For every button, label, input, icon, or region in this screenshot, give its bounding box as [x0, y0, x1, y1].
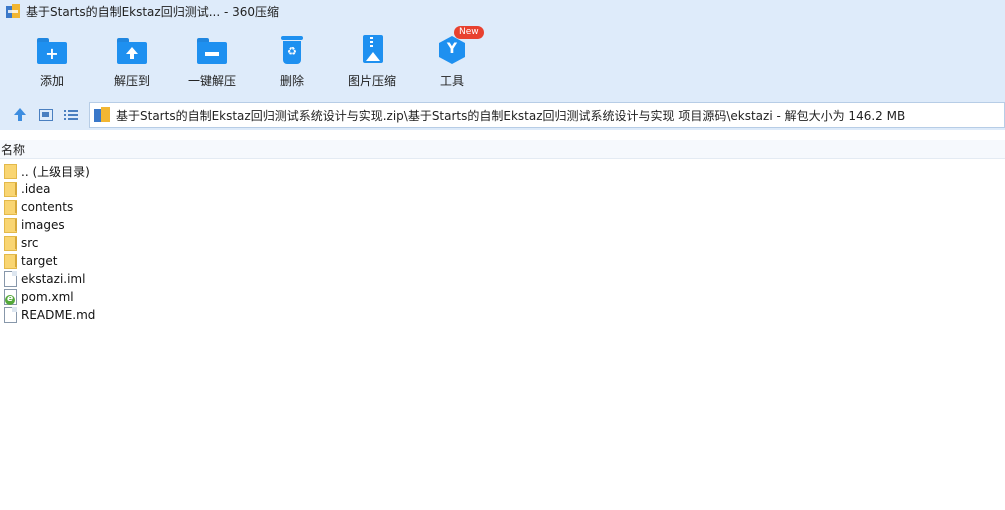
column-header-name[interactable]: 名称 [1, 141, 25, 158]
item-name: contents [21, 200, 74, 214]
window-title: 基于Starts的自制Ekstaz回归测试... - 360压缩 [26, 4, 280, 19]
item-name: pom.xml [21, 290, 74, 304]
list-item[interactable]: .. (上级目录) [4, 162, 90, 180]
folder-icon [4, 217, 18, 233]
list-view-icon[interactable] [64, 108, 80, 122]
tools-label: 工具 [439, 74, 464, 88]
list-item[interactable]: target [4, 252, 58, 270]
item-name: src [21, 236, 39, 250]
one-click-extract-button[interactable]: 一键解压 [172, 34, 252, 94]
folder-icon [4, 181, 18, 197]
tools-button[interactable]: Y 工具 [412, 34, 492, 94]
list-item[interactable]: src [4, 234, 39, 252]
address-path: 基于Starts的自制Ekstaz回归测试系统设计与实现.zip\基于Start… [116, 108, 906, 123]
add-button-label: 添加 [39, 74, 64, 88]
one-click-extract-label: 一键解压 [187, 74, 236, 88]
list-header: 名称 [0, 140, 1005, 159]
thumbnail-view-icon[interactable] [38, 108, 54, 122]
item-name: README.md [21, 308, 96, 322]
title-bar: 基于Starts的自制Ekstaz回归测试... - 360压缩 [0, 0, 1005, 22]
folder-icon [4, 235, 18, 251]
extract-to-label: 解压到 [113, 74, 150, 88]
extract-to-button[interactable]: 解压到 [92, 34, 172, 94]
list-item[interactable]: ekstazi.iml [4, 270, 85, 288]
add-folder-icon: + [36, 34, 68, 66]
new-badge: New [454, 26, 484, 39]
up-arrow-icon[interactable] [12, 108, 28, 122]
address-bar[interactable]: 基于Starts的自制Ekstaz回归测试系统设计与实现.zip\基于Start… [89, 102, 1005, 128]
folder-icon [4, 199, 18, 215]
file-icon [4, 307, 18, 323]
folder-icon [4, 163, 18, 179]
xml-file-icon: e [4, 289, 18, 305]
list-item[interactable]: images [4, 216, 65, 234]
archive-icon [94, 107, 110, 123]
list-item[interactable]: e pom.xml [4, 288, 74, 306]
list-item[interactable]: README.md [4, 306, 95, 324]
add-button[interactable]: + 添加 [12, 34, 92, 94]
app-logo-icon [6, 4, 20, 18]
recycle-bin-icon: ♻ [276, 34, 308, 66]
list-item[interactable]: .idea [4, 180, 51, 198]
item-name: .idea [21, 182, 51, 196]
item-name: .. (上级目录) [21, 164, 90, 179]
file-icon [4, 271, 18, 287]
delete-label: 删除 [279, 74, 304, 88]
folder-icon [4, 253, 18, 269]
item-name: images [21, 218, 65, 232]
image-compress-label: 图片压缩 [347, 74, 396, 88]
list-item[interactable]: contents [4, 198, 73, 216]
extract-to-icon [116, 34, 148, 66]
delete-button[interactable]: ♻ 删除 [252, 34, 332, 94]
item-name: ekstazi.iml [21, 272, 86, 286]
one-click-extract-icon [196, 34, 228, 66]
image-compress-button[interactable]: 图片压缩 [332, 34, 412, 94]
image-compress-icon [356, 34, 388, 66]
toolbar: + 添加 解压到 一键解压 ♻ 删除 图片压缩 Y 工具 [0, 22, 1005, 100]
item-name: target [21, 254, 58, 268]
